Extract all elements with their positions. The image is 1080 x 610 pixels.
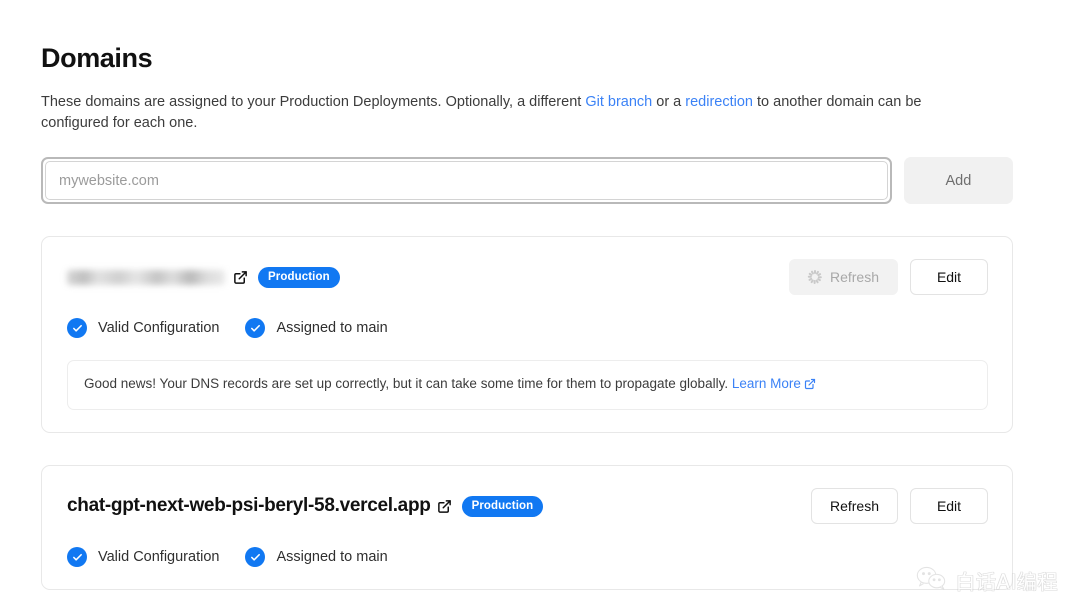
domain-name[interactable]: chat-gpt-next-web-psi-beryl-58.vercel.ap… [67,495,431,517]
refresh-button-label: Refresh [829,269,879,285]
domains-page: Domains These domains are assigned to yo… [0,0,1080,610]
domain-card-header: chat-gpt-next-web-psi-beryl-58.vercel.ap… [67,488,988,524]
domain-card: chat-gpt-next-web-psi-beryl-58.vercel.ap… [41,465,1013,590]
check-circle-icon [245,547,266,567]
git-branch-link[interactable]: Git branch [585,94,652,110]
check-circle-icon [245,318,266,338]
status-label: Assigned to main [276,320,388,336]
add-button[interactable]: Add [903,157,1013,204]
check-circle-icon [67,318,87,338]
dns-notice: Good news! Your DNS records are set up c… [67,360,988,410]
status-label: Assigned to main [276,549,388,565]
add-domain-form: Add [41,134,1013,204]
status-item-assigned-branch: Assigned to main [245,547,388,567]
redirection-link[interactable]: redirection [685,94,753,110]
domain-card-actions: Refresh Edit [810,488,988,524]
domain-card-header: Production Refresh Edit [67,259,988,295]
edit-button[interactable]: Edit [910,259,988,295]
status-label: Valid Configuration [98,320,220,336]
status-item-valid-configuration: Valid Configuration [67,547,219,567]
domain-identity: Production [67,266,340,288]
status-item-valid-configuration: Valid Configuration [67,318,219,338]
domain-input[interactable] [45,161,888,200]
status-item-assigned-branch: Assigned to main [245,318,388,338]
page-title: Domains [41,43,153,73]
spinner-icon [807,270,822,284]
external-link-icon[interactable] [804,376,816,396]
page-description: These domains are assigned to your Produ… [41,75,981,134]
external-link-icon[interactable] [233,270,248,285]
domain-card-actions: Refresh Edit [788,259,988,295]
domain-status-row: Valid Configuration Assigned to main [67,295,988,338]
domain-name[interactable] [67,269,225,285]
domain-input-wrapper [41,157,892,204]
domain-status-row: Valid Configuration Assigned to main [67,524,988,567]
status-badge: Production [258,266,340,288]
description-part-1: These domains are assigned to your Produ… [41,94,586,110]
domain-identity: chat-gpt-next-web-psi-beryl-58.vercel.ap… [67,495,544,517]
learn-more-link[interactable]: Learn More [732,376,801,391]
status-badge: Production [461,495,544,517]
page-container: Domains These domains are assigned to yo… [41,0,1013,590]
refresh-button[interactable]: Refresh [788,259,898,295]
status-label: Valid Configuration [98,549,220,565]
check-circle-icon [67,547,87,567]
domain-card: Production Refresh Edit Valid Configurat… [41,236,1013,433]
description-part-2: or a [652,94,686,110]
dns-notice-text: Good news! Your DNS records are set up c… [84,376,732,391]
refresh-button[interactable]: Refresh [810,488,898,524]
external-link-icon[interactable] [437,499,452,514]
edit-button[interactable]: Edit [910,488,988,524]
